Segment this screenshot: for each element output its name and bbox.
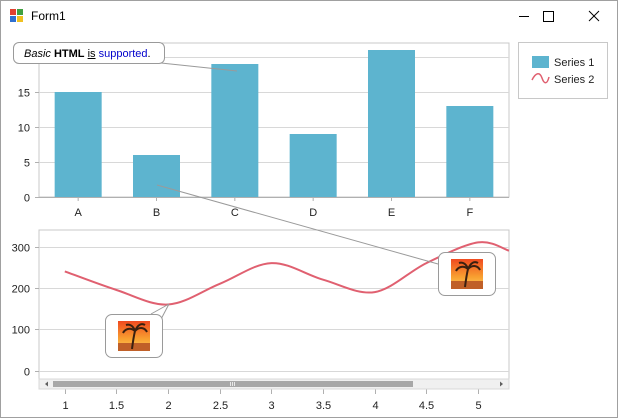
- bar-chart: ABCDEF 05101520: [18, 42, 510, 219]
- horizontal-scrollbar[interactable]: [38, 378, 510, 390]
- line-x-tick-label: 3.5: [316, 400, 331, 412]
- bar-f: [446, 106, 494, 197]
- legend-bar-swatch: [532, 56, 549, 68]
- line-x-tick-label: 2.5: [213, 400, 228, 412]
- bar-x-tick-label: A: [74, 207, 82, 219]
- bar-d: [289, 134, 337, 197]
- image-annotation-left[interactable]: [105, 314, 163, 358]
- line-y-tick-label: 100: [12, 325, 30, 337]
- line-x-tick-label: 2: [165, 400, 171, 412]
- line-x-tick-label: 4.5: [419, 400, 434, 412]
- bar-x-tick-label: C: [231, 207, 239, 219]
- annotation-word-is: is: [87, 48, 96, 60]
- palm-sunset-icon: [451, 259, 483, 289]
- bar-chart-x-labels: A B C D E F: [74, 197, 473, 219]
- annotation-word-supported: supported: [98, 48, 148, 60]
- annotation-period: .: [147, 48, 151, 60]
- bar-chart-y-labels: 05101520: [18, 53, 30, 205]
- image-annotation-right[interactable]: [438, 252, 496, 296]
- bar-b: [133, 155, 180, 197]
- line-x-tick-label: 3: [268, 400, 274, 412]
- bar-a: [54, 92, 102, 197]
- line-x-tick-label: 1.5: [109, 400, 124, 412]
- html-annotation[interactable]: Basic HTML is supported.: [13, 42, 165, 64]
- bar-x-tick-label: E: [388, 207, 395, 219]
- bar-chart-plot-area: [38, 42, 510, 198]
- line-y-tick-label: 300: [12, 243, 30, 255]
- bar-y-tick-label: 0: [24, 193, 30, 205]
- line-chart-x-labels: 1 1.5 2 2.5 3 3.5 4 4.5 5: [62, 389, 482, 412]
- legend-label-series-2: Series 2: [554, 74, 594, 86]
- legend-box: [518, 42, 608, 99]
- line-y-tick-label: 0: [24, 367, 30, 379]
- bar-y-tick-label: 15: [18, 88, 30, 100]
- palm-sunset-icon: [118, 321, 150, 351]
- legend: Series 1 Series 2: [518, 42, 608, 99]
- legend-label-series-1: Series 1: [554, 57, 594, 69]
- annotation-word-html: HTML: [53, 48, 85, 60]
- line-chart-y-labels: 0 100 200 300: [12, 243, 30, 379]
- bar-x-tick-label: B: [153, 207, 160, 219]
- line-x-tick-label: 1: [62, 400, 68, 412]
- bar-e: [368, 50, 415, 197]
- line-x-tick-label: 4: [372, 400, 378, 412]
- bar-x-tick-label: F: [466, 207, 473, 219]
- bar-y-tick-label: 5: [24, 158, 30, 170]
- bar-x-tick-label: D: [309, 207, 317, 219]
- line-x-tick-label: 5: [475, 400, 481, 412]
- annotation-word-basic: Basic: [24, 48, 51, 60]
- bar-c: [211, 64, 259, 197]
- bar-y-tick-label: 10: [18, 123, 30, 135]
- line-y-tick-label: 200: [12, 284, 30, 296]
- app-window: Form1 ABCDEF 05101520: [0, 0, 618, 418]
